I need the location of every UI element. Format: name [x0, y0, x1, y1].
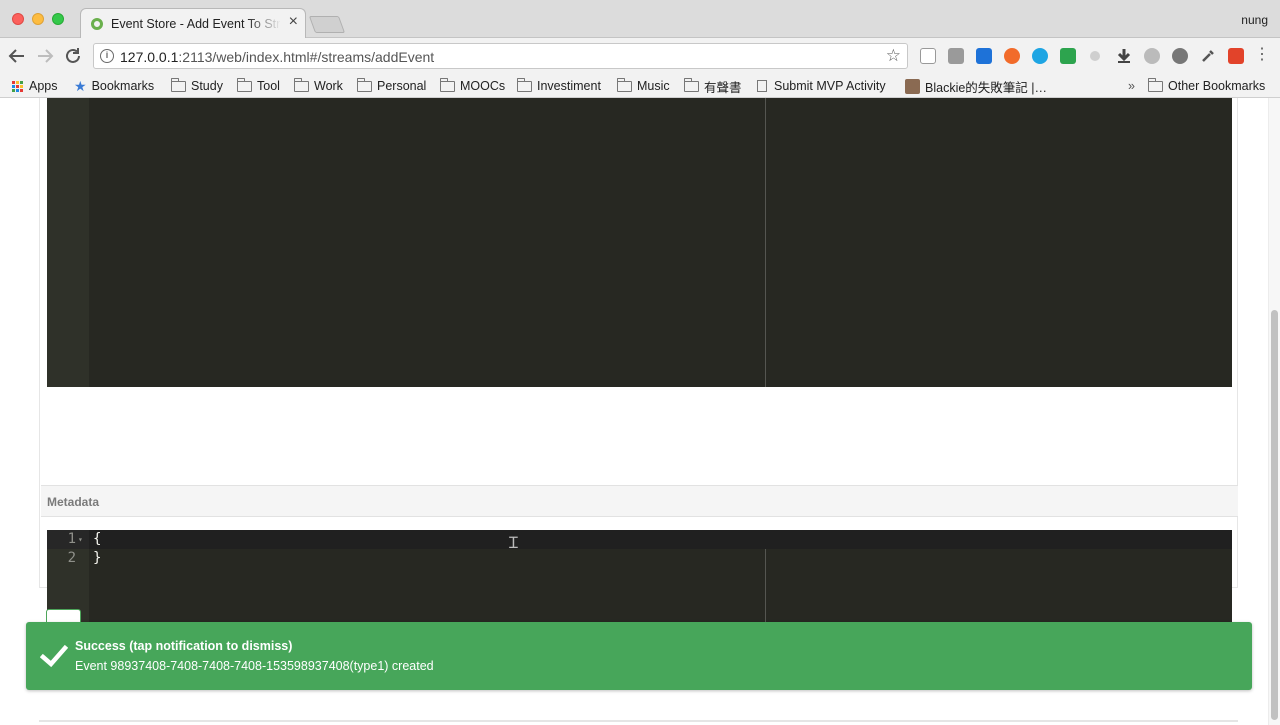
tab-title: Event Store - Add Event To Stream: [111, 17, 281, 31]
bookmark-folder-tool[interactable]: Tool: [236, 77, 280, 95]
scrollbar-thumb[interactable]: [1271, 310, 1278, 720]
bookmarks-overflow-chevron-icon[interactable]: »: [1128, 77, 1135, 95]
folder-icon: [236, 77, 252, 92]
notification-message: Event 98937408-7408-7408-7408-1535989374…: [75, 659, 434, 673]
code-line[interactable]: 2 }: [47, 549, 1232, 568]
bookmark-submit-mvp[interactable]: Submit MVP Activity: [757, 77, 886, 95]
bookmark-folder-music[interactable]: Music: [616, 77, 670, 95]
copy-extension-icon[interactable]: [920, 48, 936, 64]
folder-icon: [356, 77, 372, 92]
checkmark-icon: [40, 644, 68, 668]
folder-icon: [170, 77, 186, 92]
forward-button[interactable]: [33, 44, 57, 68]
bookmark-folder-study[interactable]: Study: [170, 77, 223, 95]
code-text: {: [93, 531, 102, 547]
add-event-panel: Metadata 1 ▾ { 2 } Ɪ: [39, 98, 1238, 680]
bookmark-folder-moocs[interactable]: MOOCs: [439, 77, 505, 95]
bookmarks-bar: Apps ★ Bookmarks Study Tool Work Personal…: [0, 74, 1280, 98]
folder-icon: [516, 77, 532, 92]
tab-close-icon[interactable]: ×: [289, 14, 298, 30]
fold-arrow-icon[interactable]: ▾: [78, 530, 83, 549]
folder-icon: [293, 77, 309, 92]
reload-icon: [66, 48, 80, 63]
page-scrollbar[interactable]: [1268, 98, 1280, 725]
feedly-extension-icon[interactable]: [1060, 48, 1076, 64]
close-window-button[interactable]: [12, 13, 24, 25]
bookmark-folder-investiment[interactable]: Investiment: [516, 77, 601, 95]
bookmark-folder-other[interactable]: Other Bookmarks: [1147, 77, 1265, 95]
reload-button[interactable]: [61, 44, 85, 68]
eventstore-favicon-icon: [91, 18, 103, 30]
data-editor[interactable]: [47, 98, 1232, 387]
bookmark-star-icon[interactable]: ☆: [886, 46, 901, 66]
arrow-left-icon: [8, 49, 24, 63]
info-icon[interactable]: i: [100, 49, 114, 63]
line-number: 2: [67, 550, 76, 566]
arrow-right-icon: [38, 49, 54, 63]
timer-extension-icon[interactable]: [1144, 48, 1160, 64]
print-margin: [765, 98, 766, 387]
address-bar[interactable]: i 127.0.0.1:2113/web/index.html#/streams…: [93, 43, 908, 69]
line-number: 1: [67, 531, 76, 547]
profile-name[interactable]: nung: [1241, 13, 1268, 27]
more-vert-icon[interactable]: ⋮: [1254, 46, 1270, 64]
s-extension-icon[interactable]: [1228, 48, 1244, 64]
bookmark-apps[interactable]: Apps: [12, 77, 58, 95]
bookmark-folder-work[interactable]: Work: [293, 77, 343, 95]
grey-dot-extension-icon[interactable]: [1090, 51, 1100, 61]
minimize-window-button[interactable]: [32, 13, 44, 25]
folder-icon: [616, 77, 632, 92]
success-notification[interactable]: Success (tap notification to dismiss) Ev…: [26, 622, 1252, 690]
folder-icon: [1147, 77, 1163, 92]
text-cursor-icon: Ɪ: [509, 533, 518, 552]
back-button[interactable]: [5, 44, 29, 68]
metadata-header: Metadata: [41, 485, 1238, 517]
trello-extension-icon[interactable]: [948, 48, 964, 64]
folder-icon: [683, 77, 699, 92]
folder-icon: [439, 77, 455, 92]
data-editor-gutter: [47, 98, 89, 387]
pocket-extension-icon[interactable]: [976, 48, 992, 64]
divider: [39, 720, 1238, 725]
browser-toolbar: i 127.0.0.1:2113/web/index.html#/streams…: [0, 38, 1280, 74]
line-extension-icon[interactable]: [1172, 48, 1188, 64]
bookmark-blackie[interactable]: Blackie的失敗筆記 |…: [905, 77, 1047, 95]
eyedropper-extension-icon[interactable]: [1200, 48, 1216, 64]
star-icon: ★: [74, 77, 87, 94]
avatar-icon: [905, 78, 920, 94]
browser-tab-active[interactable]: Event Store - Add Event To Stream ×: [80, 8, 306, 39]
new-tab-button[interactable]: [308, 16, 346, 33]
bookmark-bookmarks[interactable]: ★ Bookmarks: [74, 77, 154, 95]
download-extension-icon[interactable]: [1116, 48, 1132, 64]
browser-titlebar: Event Store - Add Event To Stream × nung: [0, 0, 1280, 39]
apps-grid-icon: [12, 80, 23, 92]
page-icon: [757, 80, 767, 92]
maximize-window-button[interactable]: [52, 13, 64, 25]
code-text: }: [93, 550, 102, 566]
metadata-label: Metadata: [47, 495, 100, 509]
skype-extension-icon[interactable]: [1032, 48, 1048, 64]
orange-extension-icon[interactable]: [1004, 48, 1020, 64]
bookmark-folder-audiobooks[interactable]: 有聲書: [683, 77, 742, 95]
bookmark-folder-personal[interactable]: Personal: [356, 77, 426, 95]
notification-title: Success (tap notification to dismiss): [75, 639, 293, 653]
url-text[interactable]: 127.0.0.1:2113/web/index.html#/streams/a…: [120, 49, 434, 65]
code-line[interactable]: 1 ▾ {: [47, 530, 1232, 549]
